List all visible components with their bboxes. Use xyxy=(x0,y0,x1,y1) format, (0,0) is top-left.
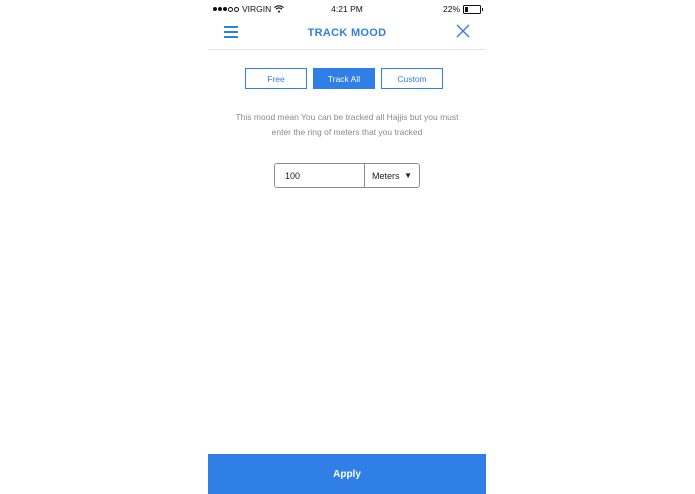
mode-description: This mood mean You can be tracked all Ha… xyxy=(235,112,459,137)
tab-track-all[interactable]: Track All xyxy=(313,68,375,89)
nav-bar: TRACK MOOD xyxy=(208,18,486,50)
status-bar: VIRGIN 4:21 PM 22% xyxy=(208,0,486,18)
battery-icon xyxy=(463,4,483,14)
unit-dropdown[interactable]: Meters ▼ xyxy=(365,164,419,187)
unit-selected-label: Meters xyxy=(372,170,400,181)
apply-button[interactable]: Apply xyxy=(208,454,486,494)
range-field-group: Meters ▼ xyxy=(274,163,420,188)
status-right: 22% xyxy=(442,4,483,14)
tab-free[interactable]: Free xyxy=(245,68,307,89)
mode-segmented-control: Free Track All Custom xyxy=(245,68,443,89)
phone-screen: VIRGIN 4:21 PM 22% TRACK MOOD Free Track… xyxy=(208,0,486,494)
range-value-input[interactable] xyxy=(275,164,365,187)
battery-percent: 22% xyxy=(442,4,460,14)
tab-custom[interactable]: Custom xyxy=(381,68,443,89)
dropdown-arrow-icon: ▼ xyxy=(404,171,412,180)
close-icon[interactable] xyxy=(456,24,470,38)
page-title: TRACK MOOD xyxy=(307,27,387,39)
